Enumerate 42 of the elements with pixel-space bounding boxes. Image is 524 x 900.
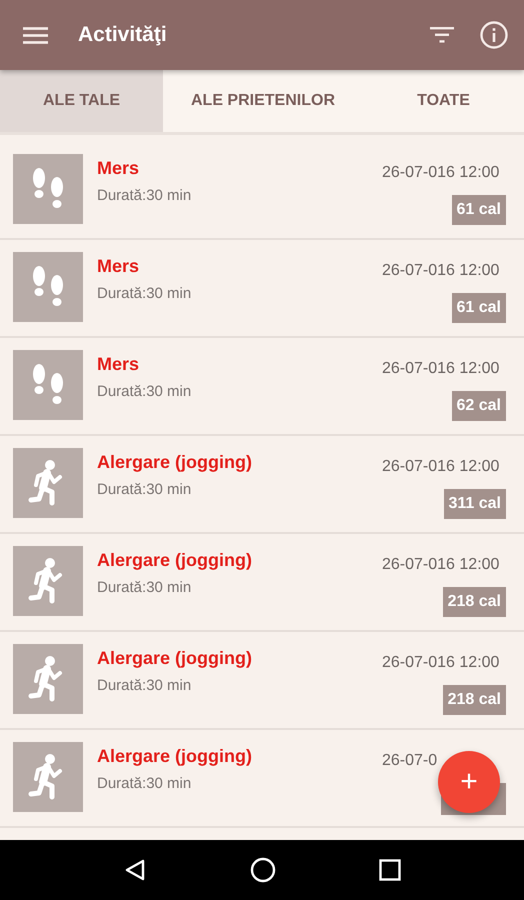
activity-icon <box>13 154 83 224</box>
calories-badge: 311 cal <box>444 489 506 519</box>
activity-duration: Durată:30 min <box>97 579 192 596</box>
activity-duration: Durată:30 min <box>97 383 192 400</box>
activity-name: Alergare (jogging) <box>97 550 252 571</box>
activity-date: 26-07-016 12:00 <box>382 164 500 182</box>
activity-duration: Durată:30 min <box>97 677 192 694</box>
calories-badge: 218 cal <box>442 685 506 715</box>
activity-name: Alergare (jogging) <box>97 452 252 473</box>
activity-name: Alergare (jogging) <box>97 746 252 767</box>
activity-date: 26-07-0 <box>382 752 438 770</box>
activity-duration: Durată:30 min <box>97 285 192 302</box>
recents-icon[interactable] <box>378 859 401 881</box>
activity-date: 26-07-016 12:00 <box>382 458 500 476</box>
calories-badge: 61 cal <box>452 293 506 323</box>
calories-badge: 62 cal <box>452 391 506 421</box>
activity-icon <box>13 742 83 812</box>
activity-date: 26-07-016 12:00 <box>382 556 500 574</box>
calories-badge: 61 cal <box>452 195 506 225</box>
activity-icon <box>13 546 83 616</box>
activity-duration: Durată:30 min <box>97 187 192 204</box>
info-icon[interactable] <box>480 21 508 49</box>
activity-icon <box>13 252 83 322</box>
activity-name: Mers <box>97 158 140 179</box>
screen-title: Activităţi <box>78 23 167 47</box>
activity-date: 26-07-016 12:00 <box>382 262 500 280</box>
activity-date: 26-07-016 12:00 <box>382 360 500 378</box>
home-icon[interactable] <box>250 857 276 883</box>
tab[interactable]: ALE TALE <box>0 70 163 132</box>
activity-icon <box>13 644 83 714</box>
activity-name: Alergare (jogging) <box>97 648 252 669</box>
calories-badge: 218 cal <box>442 587 506 617</box>
menu-icon[interactable] <box>23 26 48 44</box>
activity-duration: Durată:30 min <box>97 481 192 498</box>
filter-icon[interactable] <box>430 27 454 43</box>
activity-icon <box>13 448 83 518</box>
activity-duration: Durată:30 min <box>97 775 192 792</box>
activity-name: Mers <box>97 256 140 277</box>
activity-date: 26-07-016 12:00 <box>382 654 500 672</box>
add-button[interactable]: + <box>438 751 500 813</box>
activity-icon <box>13 350 83 420</box>
activity-name: Mers <box>97 354 140 375</box>
